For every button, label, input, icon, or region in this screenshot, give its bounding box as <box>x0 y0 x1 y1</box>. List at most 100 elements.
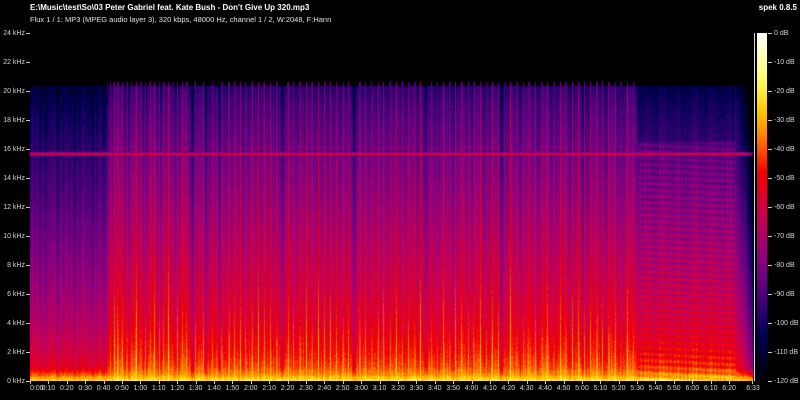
freq-tick <box>26 149 30 150</box>
freq-tick-label: 12 kHz <box>1 204 25 211</box>
db-tick <box>768 33 772 34</box>
time-tick <box>48 381 49 384</box>
time-tick-label: 0:20 <box>60 385 74 392</box>
freq-tick <box>26 178 30 179</box>
time-tick <box>159 381 160 384</box>
time-tick <box>692 381 693 384</box>
time-tick-label: 5:20 <box>612 385 626 392</box>
freq-tick-label: 2 kHz <box>1 349 25 356</box>
time-tick-label: 0:30 <box>78 385 92 392</box>
time-tick-label: 4:20 <box>502 385 516 392</box>
db-tick <box>768 149 772 150</box>
db-tick <box>768 178 772 179</box>
time-tick <box>380 381 381 384</box>
time-tick <box>67 381 68 384</box>
time-tick-label: 3:40 <box>428 385 442 392</box>
time-tick <box>122 381 123 384</box>
time-tick <box>582 381 583 384</box>
time-tick-label: 5:10 <box>593 385 607 392</box>
db-tick <box>768 381 772 382</box>
time-tick-label: 1:00 <box>134 385 148 392</box>
time-tick-label: 5:30 <box>630 385 644 392</box>
db-tick-label: 0 dB <box>774 30 788 37</box>
time-tick-label: 1:30 <box>189 385 203 392</box>
time-tick <box>711 381 712 384</box>
time-tick <box>140 381 141 384</box>
time-tick-label: 4:50 <box>557 385 571 392</box>
time-tick <box>490 381 491 384</box>
spek-window: E:\Music\test\So\03 Peter Gabriel feat. … <box>0 0 800 400</box>
time-tick-label: 2:30 <box>299 385 313 392</box>
time-tick <box>416 381 417 384</box>
legend-separator-line <box>754 33 755 381</box>
time-tick-label: 6:00 <box>685 385 699 392</box>
time-tick-label: 1:40 <box>207 385 221 392</box>
time-tick <box>104 381 105 384</box>
db-tick-label: -50 dB <box>774 175 795 182</box>
freq-tick-label: 0 kHz <box>1 378 25 385</box>
time-tick-label: 1:50 <box>226 385 240 392</box>
time-tick-label: 5:00 <box>575 385 589 392</box>
time-tick <box>85 381 86 384</box>
freq-tick <box>26 207 30 208</box>
freq-tick <box>26 91 30 92</box>
time-tick <box>177 381 178 384</box>
time-tick <box>472 381 473 384</box>
freq-tick-label: 16 kHz <box>1 146 25 153</box>
db-tick <box>768 265 772 266</box>
db-tick-label: -20 dB <box>774 88 795 95</box>
time-tick-label: 3:30 <box>410 385 424 392</box>
time-tick <box>361 381 362 384</box>
freq-tick <box>26 352 30 353</box>
time-tick-label: 2:40 <box>318 385 332 392</box>
time-tick <box>600 381 601 384</box>
db-tick <box>768 352 772 353</box>
time-tick <box>269 381 270 384</box>
freq-tick-label: 20 kHz <box>1 88 25 95</box>
freq-tick <box>26 62 30 63</box>
time-tick <box>752 381 753 384</box>
db-tick <box>768 91 772 92</box>
time-tick <box>508 381 509 384</box>
time-tick-label: 3:20 <box>391 385 405 392</box>
freq-tick <box>26 294 30 295</box>
freq-tick-label: 10 kHz <box>1 233 25 240</box>
time-tick <box>30 381 31 384</box>
freq-tick <box>26 236 30 237</box>
time-tick-label: 5:40 <box>649 385 663 392</box>
time-tick <box>545 381 546 384</box>
legend-gradient-bar <box>757 33 767 381</box>
db-tick-label: -80 dB <box>774 262 795 269</box>
db-tick <box>768 120 772 121</box>
time-tick-label: 6:20 <box>722 385 736 392</box>
time-tick <box>674 381 675 384</box>
time-tick <box>619 381 620 384</box>
db-tick-label: -110 dB <box>774 349 798 356</box>
time-tick <box>527 381 528 384</box>
db-tick-label: -120 dB <box>774 378 799 385</box>
time-tick-label: 4:30 <box>520 385 534 392</box>
time-tick-label: 3:50 <box>446 385 460 392</box>
db-tick-label: -90 dB <box>774 291 795 298</box>
freq-tick <box>26 265 30 266</box>
db-tick <box>768 294 772 295</box>
time-tick-label: 1:20 <box>170 385 184 392</box>
time-tick <box>435 381 436 384</box>
time-tick-label: 4:10 <box>483 385 497 392</box>
stream-info: Flux 1 / 1: MP3 (MPEG audio layer 3), 32… <box>30 15 331 24</box>
time-tick <box>655 381 656 384</box>
time-tick-label: 5:50 <box>667 385 681 392</box>
time-tick <box>306 381 307 384</box>
time-tick <box>398 381 399 384</box>
time-tick <box>288 381 289 384</box>
time-tick-label: 2:00 <box>244 385 258 392</box>
time-tick-label: 2:50 <box>336 385 350 392</box>
time-tick <box>564 381 565 384</box>
db-tick-label: -100 dB <box>774 320 799 327</box>
file-path-title: E:\Music\test\So\03 Peter Gabriel feat. … <box>30 3 309 12</box>
time-tick <box>453 381 454 384</box>
time-tick-label: 6:10 <box>704 385 718 392</box>
freq-tick <box>26 33 30 34</box>
db-tick-label: -60 dB <box>774 204 795 211</box>
time-tick-label: 3:10 <box>373 385 387 392</box>
